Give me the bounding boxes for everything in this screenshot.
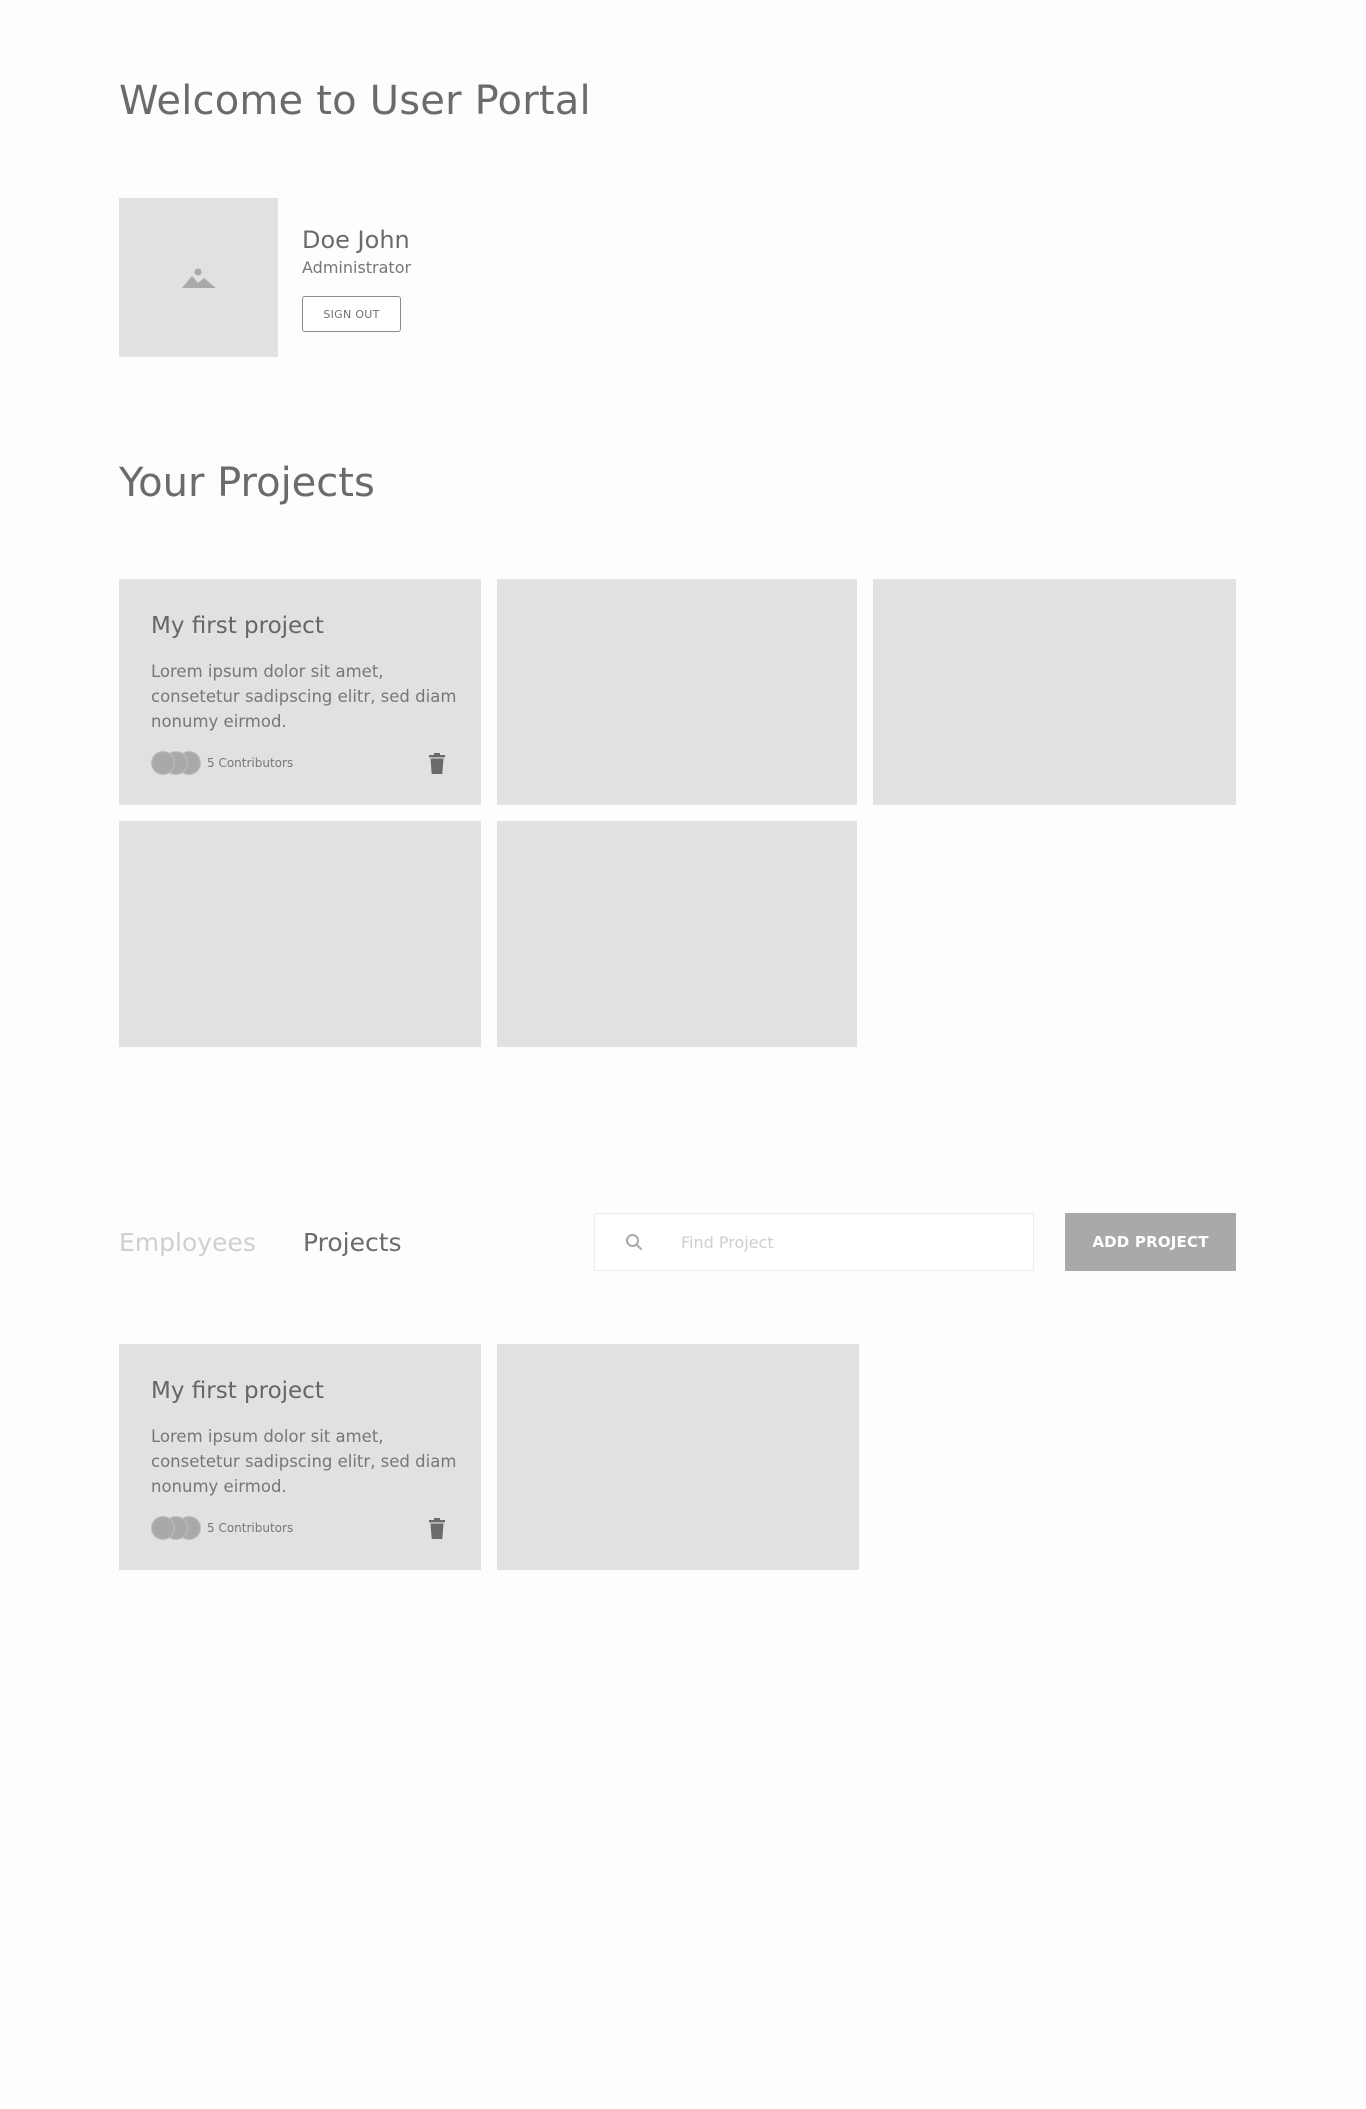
add-project-button[interactable]: ADD PROJECT [1065, 1213, 1236, 1271]
contributors-label: 5 Contributors [207, 1521, 294, 1535]
contributors: 5 Contributors [151, 1516, 293, 1540]
project-card-placeholder[interactable] [497, 821, 857, 1047]
card-title: My first project [151, 1378, 324, 1404]
project-card-placeholder[interactable] [497, 579, 857, 805]
search-input[interactable] [681, 1214, 1011, 1270]
contributor-avatars [151, 751, 201, 775]
section-title-your-projects: Your Projects [119, 460, 375, 506]
project-card-placeholder[interactable] [119, 821, 481, 1047]
tab-employees[interactable]: Employees [119, 1228, 256, 1257]
search-icon [626, 1234, 642, 1250]
card-description: Lorem ipsum dolor sit amet, consetetur s… [151, 662, 457, 731]
image-placeholder-icon [181, 268, 216, 288]
contributor-avatar [151, 1516, 175, 1540]
contributors-label: 5 Contributors [207, 756, 294, 770]
card-title: My first project [151, 613, 324, 639]
tab-projects[interactable]: Projects [303, 1228, 402, 1257]
sign-out-button[interactable]: SIGN OUT [302, 296, 401, 332]
contributor-avatars [151, 1516, 201, 1540]
trash-icon[interactable] [428, 753, 446, 775]
avatar [119, 198, 278, 357]
profile-name: Doe John [302, 226, 410, 254]
page-title: Welcome to User Portal [119, 78, 591, 124]
profile-role: Administrator [302, 258, 412, 277]
project-card[interactable]: My first project Lorem ipsum dolor sit a… [119, 579, 481, 805]
contributors: 5 Contributors [151, 751, 293, 775]
contributor-avatar [151, 751, 175, 775]
project-card[interactable]: My first project Lorem ipsum dolor sit a… [119, 1344, 481, 1570]
search-box[interactable] [594, 1213, 1034, 1271]
project-card-placeholder[interactable] [873, 579, 1236, 805]
card-description: Lorem ipsum dolor sit amet, consetetur s… [151, 1427, 457, 1496]
trash-icon[interactable] [428, 1518, 446, 1540]
project-card-placeholder[interactable] [497, 1344, 859, 1570]
